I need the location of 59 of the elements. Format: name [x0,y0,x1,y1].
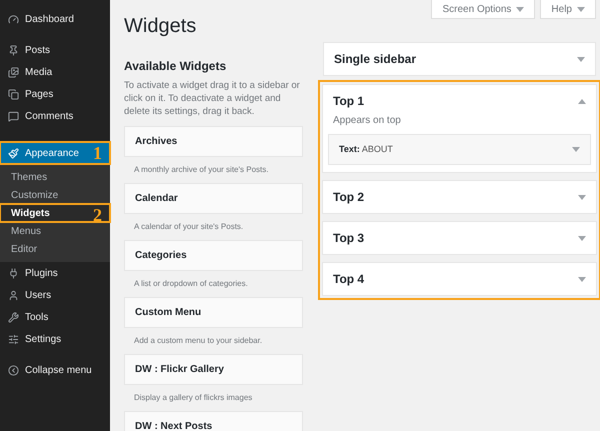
media-icon [8,66,19,78]
submenu-item[interactable]: Widgets 2 [0,204,110,222]
sidebar-title[interactable]: Top 4 [333,270,364,288]
header-button[interactable]: Screen Options [431,0,536,19]
dashboard-icon [8,14,19,24]
collapse-icon [8,364,19,376]
placed-widget-title: Text: ABOUT [339,142,393,156]
widget-description: A monthly archive of your site's Posts. [133,164,270,176]
sidebar-title[interactable]: Top 1 [333,92,364,110]
widget-description: A calendar of your site's Posts. [133,221,244,233]
brush-icon [8,148,19,158]
section-title: Available Widgets [124,58,228,75]
menu-item[interactable]: Dashboard [0,8,110,30]
menu-item[interactable]: Appearance 1 [0,142,110,164]
caret-down-icon[interactable] [572,147,580,152]
submenu-item[interactable]: Themes [0,168,110,186]
submenu-item[interactable]: Customize [0,186,110,204]
menu-item[interactable]: Media [0,61,110,83]
sidebar-title[interactable]: Single sidebar [334,50,416,68]
caret-down-icon[interactable] [578,276,586,282]
caret-down-icon[interactable] [516,6,524,12]
menu-item[interactable]: Settings [0,328,110,350]
plug-icon [8,268,19,278]
comment-icon [8,110,19,122]
user-icon [8,290,19,300]
menu-item[interactable]: Pages [0,83,110,105]
widget-description: Add a custom menu to your sidebar. [133,335,264,347]
section-description: To activate a widget drag it to a sidebar or click on it. To deactivate a widget and delete its settings, drag it back. [124,79,301,118]
caret-down-icon[interactable] [578,194,586,200]
widget-card[interactable]: Archives [124,126,303,157]
menu-item[interactable]: Collapse menu [0,359,110,381]
menu-item[interactable]: Plugins [0,262,110,284]
callout-number: 1 [93,142,102,164]
submenu-item[interactable]: Editor [0,240,110,258]
menu-item[interactable]: Posts [0,39,110,61]
widget-card[interactable]: Custom Menu [124,297,303,328]
widget-card[interactable]: DW : Next Posts [124,411,303,431]
caret-up-icon[interactable] [578,98,586,104]
widget-card[interactable]: DW : Flickr Gallery [124,354,303,385]
sidebar-title[interactable]: Top 2 [333,188,364,206]
widget-description: A list or dropdown of categories. [133,278,249,290]
caret-down-icon[interactable] [577,56,585,62]
caret-down-icon[interactable] [578,236,586,240]
menu-item[interactable]: Comments [0,105,110,127]
menu-item[interactable]: Users [0,284,110,306]
page-title: Widgets [124,14,196,39]
widget-card[interactable]: Categories [124,240,303,271]
header-button[interactable]: Help [540,0,596,19]
pin-icon [8,44,19,56]
sidebar-title[interactable]: Top 3 [333,229,364,247]
sidebar-description: Appears on top [333,114,402,128]
placed-widget[interactable]: Text: ABOUT [328,134,591,165]
wrench-icon [8,312,19,322]
pages-icon [8,88,19,100]
widget-description: Display a gallery of flickrs images [133,392,254,404]
menu-item[interactable]: Tools [0,306,110,328]
sliders-icon [8,334,19,344]
widget-card[interactable]: Calendar [124,183,303,214]
caret-down-icon[interactable] [577,6,585,12]
